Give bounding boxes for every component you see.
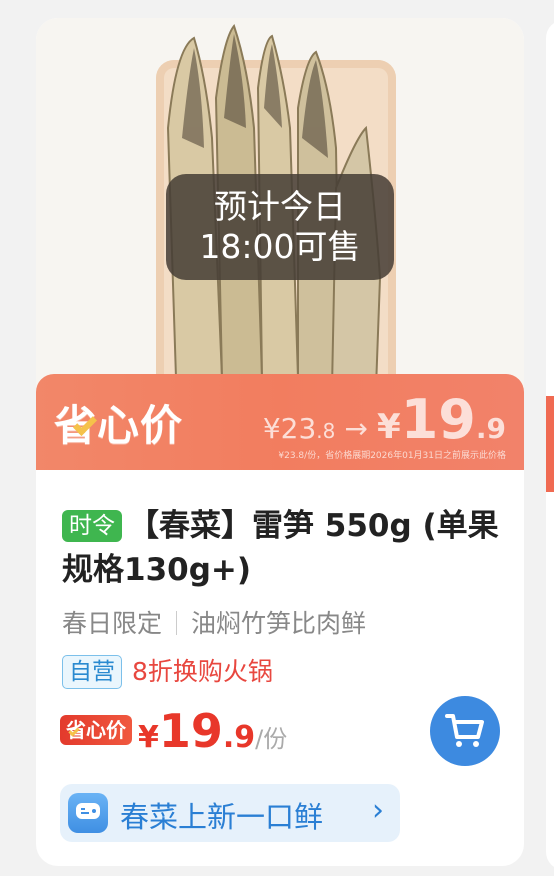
divider <box>176 611 178 635</box>
next-card-banner-edge <box>546 396 554 492</box>
banner-old-price-int: ¥23 <box>262 412 317 445</box>
promo-text: 8折换购火锅 <box>132 657 273 686</box>
arrow-right-icon: → <box>344 412 368 445</box>
product-title-text: 【春菜】雷笋 550g (单果规格130g+) <box>62 508 499 588</box>
pill-text: 春菜上新一口鲜 <box>120 800 324 834</box>
chat-bubble-icon <box>68 793 108 833</box>
page: 预计今日 18:00可售 省心价 ¥23.8 → ¥19.9 ¥23.8/份，省… <box>0 0 554 876</box>
preorder-time-badge: 预计今日 18:00可售 <box>166 174 394 280</box>
product-subtitle: 春日限定 油焖竹笋比肉鲜 <box>62 604 366 644</box>
banner-note: ¥23.8/份，省价格展期2026年01月31日之前展示此价格 <box>278 451 506 461</box>
banner-old-price-dec: .8 <box>316 419 336 443</box>
price-int: 19 <box>158 704 223 758</box>
price-yen: ¥ <box>138 720 159 755</box>
banner-new-dec: .9 <box>475 412 506 445</box>
banner-new-yen: ¥ <box>377 407 401 447</box>
subtitle-right: 油焖竹笋比肉鲜 <box>191 609 367 638</box>
price-dec: .9 <box>222 720 256 755</box>
price-unit: /份 <box>255 725 288 753</box>
topic-pill[interactable]: 春菜上新一口鲜 › <box>60 784 400 842</box>
seasonal-tag: 时令 <box>62 510 122 542</box>
banner-new-int: 19 <box>400 388 476 451</box>
preorder-line-2: 18:00可售 <box>199 227 361 266</box>
preorder-line-1: 预计今日 <box>214 187 346 226</box>
subtitle-left: 春日限定 <box>62 609 163 638</box>
banner-old-price: ¥23.8 <box>263 412 336 445</box>
next-product-card[interactable] <box>546 20 554 870</box>
cart-icon <box>445 714 484 747</box>
price-badge: 省心价 <box>60 715 132 745</box>
chevron-right-icon: › <box>372 793 384 828</box>
price-row: 省心价 ¥19.9/份 <box>60 704 287 764</box>
add-to-cart-button[interactable] <box>430 696 500 766</box>
price-banner: 省心价 ¥23.8 → ¥19.9 ¥23.8/份，省价格展期2026年01月3… <box>36 374 524 470</box>
banner-price: ¥23.8 → ¥19.9 <box>263 388 506 451</box>
tags-row: 自营 8折换购火锅 <box>62 652 273 692</box>
self-operated-tag: 自营 <box>62 655 122 689</box>
product-card[interactable]: 预计今日 18:00可售 省心价 ¥23.8 → ¥19.9 ¥23.8/份，省… <box>36 18 524 866</box>
product-title[interactable]: 时令 【春菜】雷笋 550g (单果规格130g+) <box>62 504 512 592</box>
banner-logo: 省心价 <box>54 392 183 450</box>
